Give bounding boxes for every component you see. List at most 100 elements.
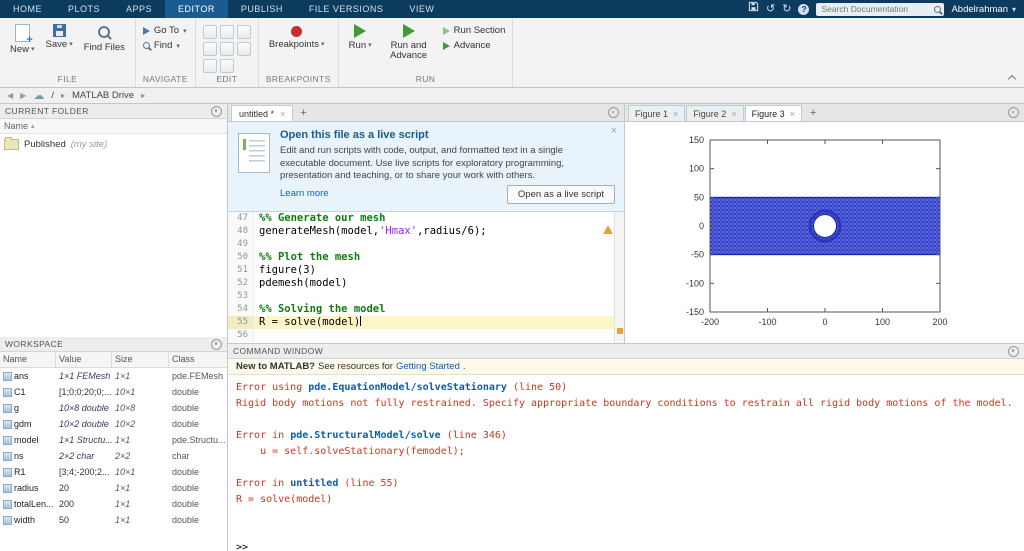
line-number: 47 — [228, 212, 254, 225]
code-line[interactable]: 56 — [228, 329, 624, 342]
user-menu[interactable]: Abdelrahman ▾ — [951, 4, 1016, 15]
breadcrumb-root[interactable]: / — [51, 90, 54, 101]
error-stack-link[interactable]: pde.EquationModel/solveStationary — [308, 382, 507, 393]
increase-indent-icon[interactable] — [202, 59, 217, 73]
code-line[interactable]: 52 pdemesh(model) — [228, 277, 624, 290]
workspace-row[interactable]: width 50 1×1 double — [0, 512, 227, 528]
column-name[interactable]: Name — [0, 352, 56, 367]
code-line[interactable]: 49 — [228, 238, 624, 251]
tab-home[interactable]: HOME — [0, 0, 55, 18]
close-icon[interactable]: × — [731, 109, 736, 119]
tab-view[interactable]: VIEW — [396, 0, 447, 18]
go-to-button[interactable]: Go To ▾ — [142, 25, 187, 36]
workspace-row[interactable]: ans 1×1 FEMesh 1×1 pde.FEMesh — [0, 368, 227, 384]
warning-icon[interactable] — [603, 225, 613, 234]
tab-publish[interactable]: PUBLISH — [228, 0, 296, 18]
insert-section-icon[interactable] — [202, 25, 217, 39]
save-button[interactable]: Save ▾ — [43, 21, 76, 50]
breadcrumb-location[interactable]: MATLAB Drive — [72, 90, 134, 101]
run-and-advance-button[interactable]: Run and Advance — [380, 21, 438, 61]
command-prompt[interactable]: >> — [236, 540, 1016, 551]
code-editor[interactable]: 47%% Generate our mesh 48 generateMesh(mod… — [228, 212, 624, 343]
new-button[interactable]: New▾ — [7, 21, 38, 55]
code-line[interactable]: 50%% Plot the mesh — [228, 251, 624, 264]
workspace-row[interactable]: model 1×1 Structu... 1×1 pde.Structu... — [0, 432, 227, 448]
figure-tab-figure-1[interactable]: Figure 1 × — [628, 105, 686, 121]
panel-actions-icon[interactable] — [608, 107, 619, 118]
forward-icon[interactable]: ▶ — [20, 91, 26, 100]
advance-button[interactable]: Advance — [442, 40, 506, 51]
scrollbar-warning-marker[interactable] — [617, 328, 623, 334]
tab-editor[interactable]: EDITOR — [165, 0, 228, 18]
column-size[interactable]: Size — [112, 352, 169, 367]
workspace-row[interactable]: ns 2×2 char 2×2 char — [0, 448, 227, 464]
name-column-header[interactable]: Name ▴ — [0, 119, 227, 134]
go-to-icon — [142, 26, 150, 35]
find-files-button[interactable]: Find Files — [81, 21, 128, 53]
editor-tab-untitled[interactable]: untitled * × — [231, 105, 294, 121]
close-icon[interactable]: × — [280, 109, 285, 119]
search-documentation-input[interactable] — [819, 3, 935, 15]
workspace-row[interactable]: g 10×8 double 10×8 double — [0, 400, 227, 416]
tab-file-versions[interactable]: FILE VERSIONS — [296, 0, 397, 18]
open-live-script-button[interactable]: Open as a live script — [506, 185, 615, 204]
line-number: 53 — [228, 290, 254, 303]
tab-apps[interactable]: APPS — [113, 0, 165, 18]
editor-tab-label: untitled * — [239, 108, 275, 119]
column-class[interactable]: Class — [169, 352, 227, 367]
indent-icon[interactable] — [236, 25, 251, 39]
figures-panel: Figure 1 × Figure 2 × Figure 3 × + -200 -100 0 1… — [625, 104, 1024, 344]
find-button[interactable]: Find ▾ — [142, 40, 187, 51]
figure-tab-figure-3[interactable]: Figure 3 × — [744, 105, 802, 121]
panel-actions-icon[interactable] — [211, 105, 222, 117]
command-output[interactable]: Error using pde.EquationModel/solveStati… — [228, 375, 1024, 551]
workspace-row[interactable]: totalLen... 200 1×1 double — [0, 496, 227, 512]
error-stack-link[interactable]: pde.StructuralModel/solve — [290, 430, 441, 441]
close-icon[interactable]: × — [611, 125, 617, 137]
collapse-ribbon-icon[interactable] — [1007, 72, 1017, 82]
workspace-row[interactable]: C1 [1;0;0;20;0;... 10×1 double — [0, 384, 227, 400]
redo-icon[interactable]: ↻ — [782, 0, 791, 18]
editor-scrollbar[interactable] — [614, 212, 624, 343]
figure-tab-figure-2[interactable]: Figure 2 × — [686, 105, 744, 121]
close-icon[interactable]: × — [790, 109, 795, 119]
code-line[interactable]: 53 — [228, 290, 624, 303]
panel-actions-icon[interactable] — [1008, 107, 1019, 118]
workspace-row[interactable]: gdm 10×2 double 10×2 double — [0, 416, 227, 432]
smart-indent-icon[interactable] — [236, 42, 251, 56]
decrease-indent-icon[interactable] — [219, 59, 234, 73]
comment-icon[interactable] — [219, 25, 234, 39]
new-document-icon — [14, 24, 33, 46]
code-line[interactable]: 48 generateMesh(model,'Hmax',radius/6); — [228, 225, 624, 238]
code-line[interactable]: 47%% Generate our mesh — [228, 212, 624, 225]
search-documentation — [816, 2, 945, 16]
learn-more-link[interactable]: Learn more — [280, 188, 329, 199]
uncomment-icon[interactable] — [202, 42, 217, 56]
command-output-lines: Error using pde.EquationModel/solveStati… — [236, 382, 1013, 505]
undo-icon[interactable]: ↺ — [766, 0, 775, 18]
workspace-row[interactable]: radius 20 1×1 double — [0, 480, 227, 496]
new-tab-button[interactable]: + — [293, 106, 313, 121]
new-figure-tab-button[interactable]: + — [803, 106, 823, 121]
workspace-row[interactable]: R1 [3;4;-200;2... 10×1 double — [0, 464, 227, 480]
tab-plots[interactable]: PLOTS — [55, 0, 113, 18]
panel-actions-icon[interactable] — [211, 338, 222, 350]
breakpoints-button[interactable]: Breakpoints ▾ — [266, 21, 328, 50]
error-stack-link[interactable]: untitled — [290, 478, 338, 489]
panel-actions-icon[interactable] — [1008, 345, 1019, 357]
help-icon[interactable]: ? — [798, 3, 810, 15]
column-value[interactable]: Value — [56, 352, 112, 367]
wrap-comments-icon[interactable] — [219, 42, 234, 56]
current-folder-panel: CURRENT FOLDER Name ▴ Published (my site… — [0, 104, 228, 337]
getting-started-link[interactable]: Getting Started — [396, 361, 460, 372]
back-icon[interactable]: ◀ — [7, 91, 13, 100]
run-button[interactable]: Run ▾ — [346, 21, 375, 51]
workspace-column-headers: Name Value Size Class — [0, 352, 227, 368]
close-icon[interactable]: × — [673, 109, 678, 119]
save-icon[interactable] — [748, 0, 759, 18]
folder-item-published[interactable]: Published (my site) — [0, 134, 227, 155]
code-line[interactable]: 51 figure(3) — [228, 264, 624, 277]
run-section-button[interactable]: Run Section — [442, 25, 505, 36]
code-line[interactable]: 54%% Solving the model — [228, 303, 624, 316]
code-line[interactable]: 55 R = solve(model) — [228, 316, 624, 329]
